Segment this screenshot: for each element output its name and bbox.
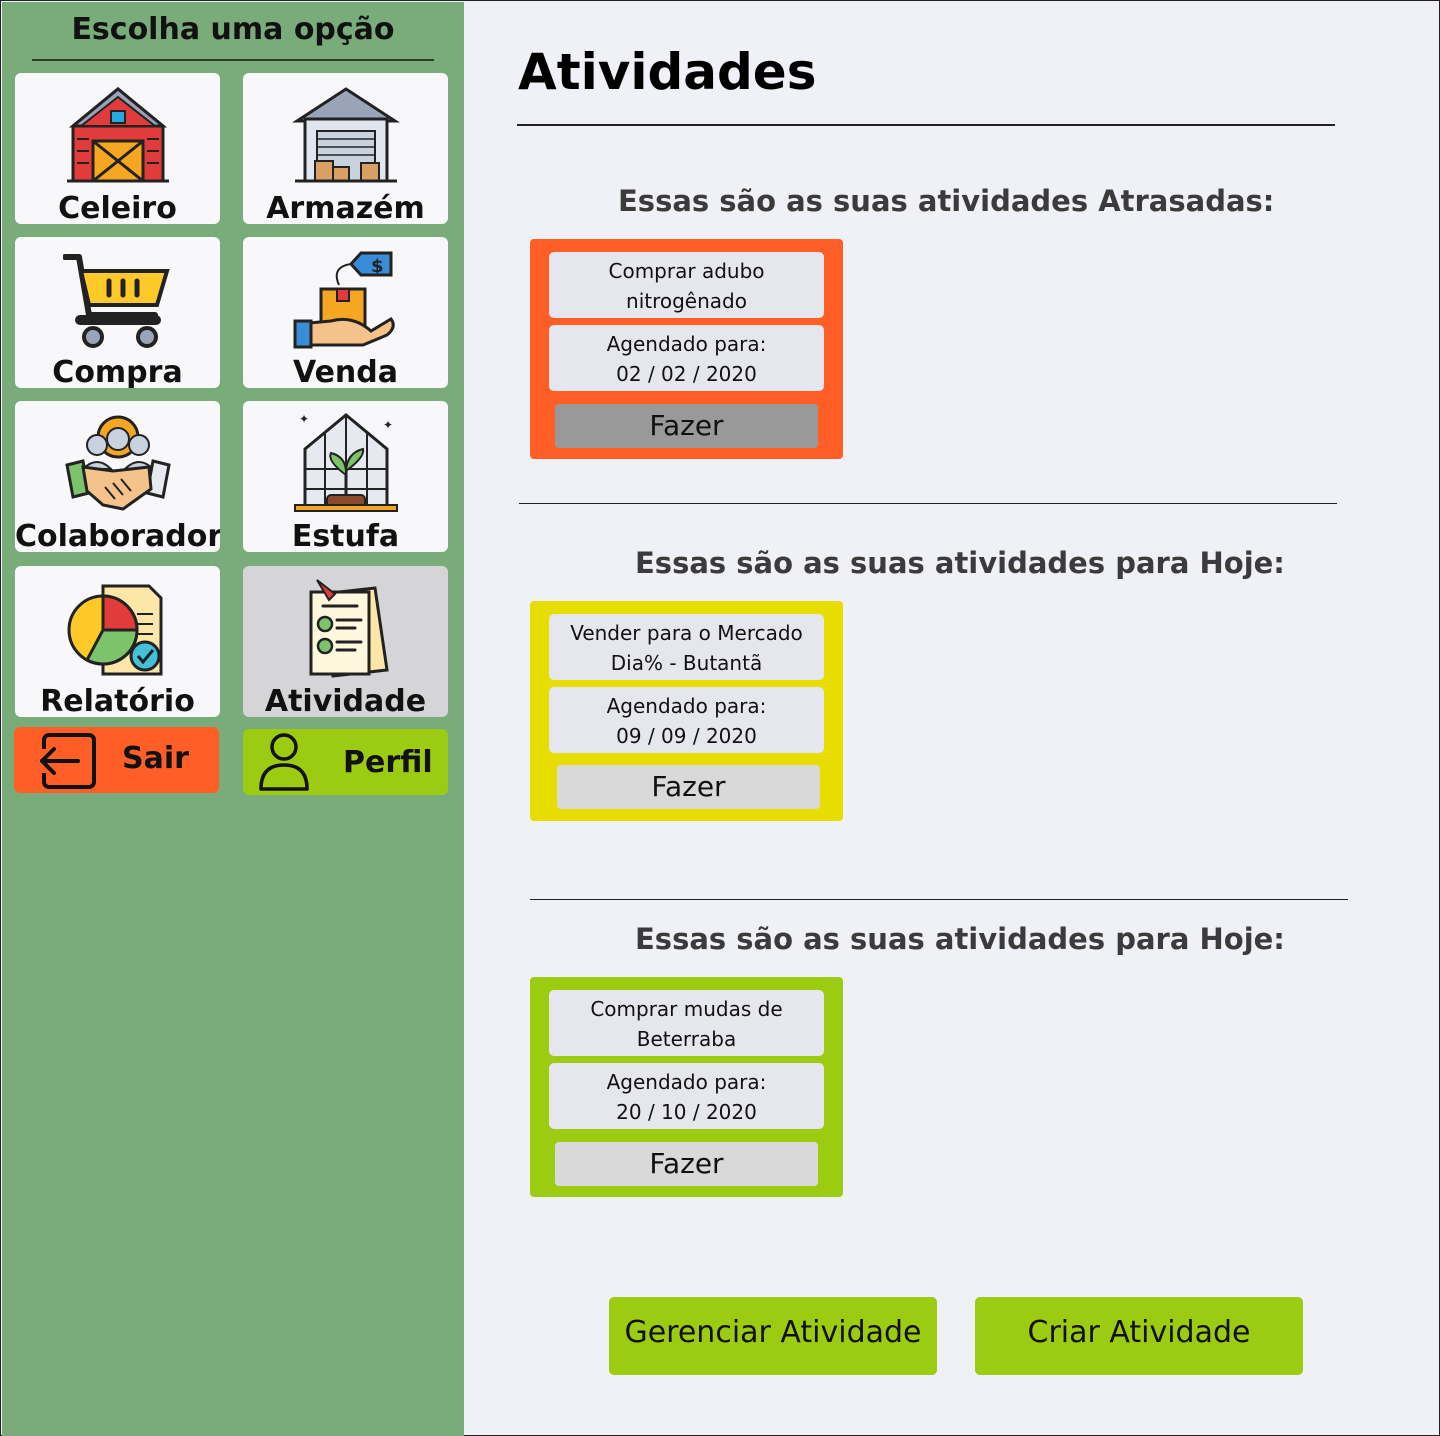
scheduled-date-value: 20 / 10 / 2020: [616, 1100, 757, 1124]
section-divider: [530, 899, 1348, 900]
section-heading-today: Essas são as suas atividades para Hoje:: [635, 922, 1285, 956]
tile-label: Armazém: [266, 191, 425, 224]
logout-icon: [38, 733, 96, 789]
sidebar-divider: [32, 59, 434, 61]
warehouse-icon: [291, 87, 400, 183]
task-line: Comprar adubo: [608, 259, 765, 283]
report-chart-icon: [67, 584, 162, 676]
sidebar: Escolha uma opção Celeiro Armazém Compra…: [2, 2, 464, 1436]
activity-card-upcoming: Comprar mudas de Beterraba Agendado para…: [530, 977, 843, 1197]
tile-atividade[interactable]: Atividade: [243, 566, 448, 717]
tile-relatorio[interactable]: Relatório: [15, 566, 220, 717]
section-heading-late: Essas são as suas atividades Atrasadas:: [618, 184, 1275, 218]
tile-label: Colaborador: [15, 519, 220, 552]
tile-celeiro[interactable]: Celeiro: [15, 73, 220, 224]
do-button[interactable]: Fazer: [557, 765, 820, 809]
tile-armazem[interactable]: Armazém: [243, 73, 448, 224]
task-description: Comprar mudas de Beterraba: [549, 990, 824, 1056]
scheduled-label: Agendado para:: [606, 332, 767, 356]
handshake-team-icon: [64, 415, 171, 511]
profile-button[interactable]: Perfil: [243, 729, 448, 795]
scheduled-date: Agendado para: 02 / 02 / 2020: [549, 325, 824, 391]
scheduled-date-value: 02 / 02 / 2020: [616, 362, 757, 386]
tile-label: Venda: [293, 355, 398, 388]
user-icon: [259, 733, 309, 791]
scheduled-date-value: 09 / 09 / 2020: [616, 724, 757, 748]
tile-label: Relatório: [40, 684, 195, 717]
activity-card-today: Vender para o Mercado Dia% - Butantã Age…: [530, 601, 843, 821]
scheduled-date: Agendado para: 20 / 10 / 2020: [549, 1063, 824, 1129]
tile-label: Estufa: [291, 519, 400, 552]
greenhouse-icon: ✦ ✦: [293, 412, 398, 512]
svg-text:✦: ✦: [383, 418, 393, 432]
section-heading-today: Essas são as suas atividades para Hoje:: [635, 546, 1285, 580]
sale-hand-box-icon: $: [293, 251, 395, 349]
do-button[interactable]: Fazer: [555, 1142, 818, 1186]
tile-label: Atividade: [264, 684, 427, 717]
svg-text:✦: ✦: [299, 412, 309, 426]
activity-card-late: Comprar adubo nitrogênado Agendado para:…: [530, 239, 843, 459]
svg-text:$: $: [371, 256, 384, 277]
sidebar-title: Escolha uma opção: [71, 12, 395, 47]
tile-label: Compra: [52, 355, 183, 388]
tile-compra[interactable]: Compra: [15, 237, 220, 388]
shopping-cart-icon: [62, 254, 170, 348]
task-description: Vender para o Mercado Dia% - Butantã: [549, 614, 824, 680]
task-line: Beterraba: [636, 1027, 737, 1051]
task-line: nitrogênado: [626, 289, 747, 313]
tile-colaborador[interactable]: Colaborador: [15, 401, 220, 552]
scheduled-date: Agendado para: 09 / 09 / 2020: [549, 687, 824, 753]
scheduled-label: Agendado para:: [606, 1070, 767, 1094]
create-activity-button[interactable]: Criar Atividade: [975, 1297, 1303, 1375]
checklist-icon: [309, 579, 389, 678]
title-divider: [517, 124, 1335, 126]
scheduled-label: Agendado para:: [606, 694, 767, 718]
logout-button[interactable]: Sair: [14, 727, 219, 793]
task-line: Vender para o Mercado: [570, 621, 803, 645]
task-description: Comprar adubo nitrogênado: [549, 252, 824, 318]
logout-label: Sair: [122, 741, 189, 776]
manage-activity-button[interactable]: Gerenciar Atividade: [609, 1297, 937, 1375]
section-divider: [519, 503, 1337, 504]
task-line: Comprar mudas de: [590, 997, 783, 1021]
barn-icon: [66, 87, 169, 183]
profile-label: Perfil: [343, 745, 433, 780]
tile-venda[interactable]: $ Venda: [243, 237, 448, 388]
do-button[interactable]: Fazer: [555, 404, 818, 448]
page-title: Atividades: [518, 43, 817, 101]
task-line: Dia% - Butantã: [610, 651, 763, 675]
tile-label: Celeiro: [58, 191, 177, 224]
tile-estufa[interactable]: ✦ ✦ Estufa: [243, 401, 448, 552]
